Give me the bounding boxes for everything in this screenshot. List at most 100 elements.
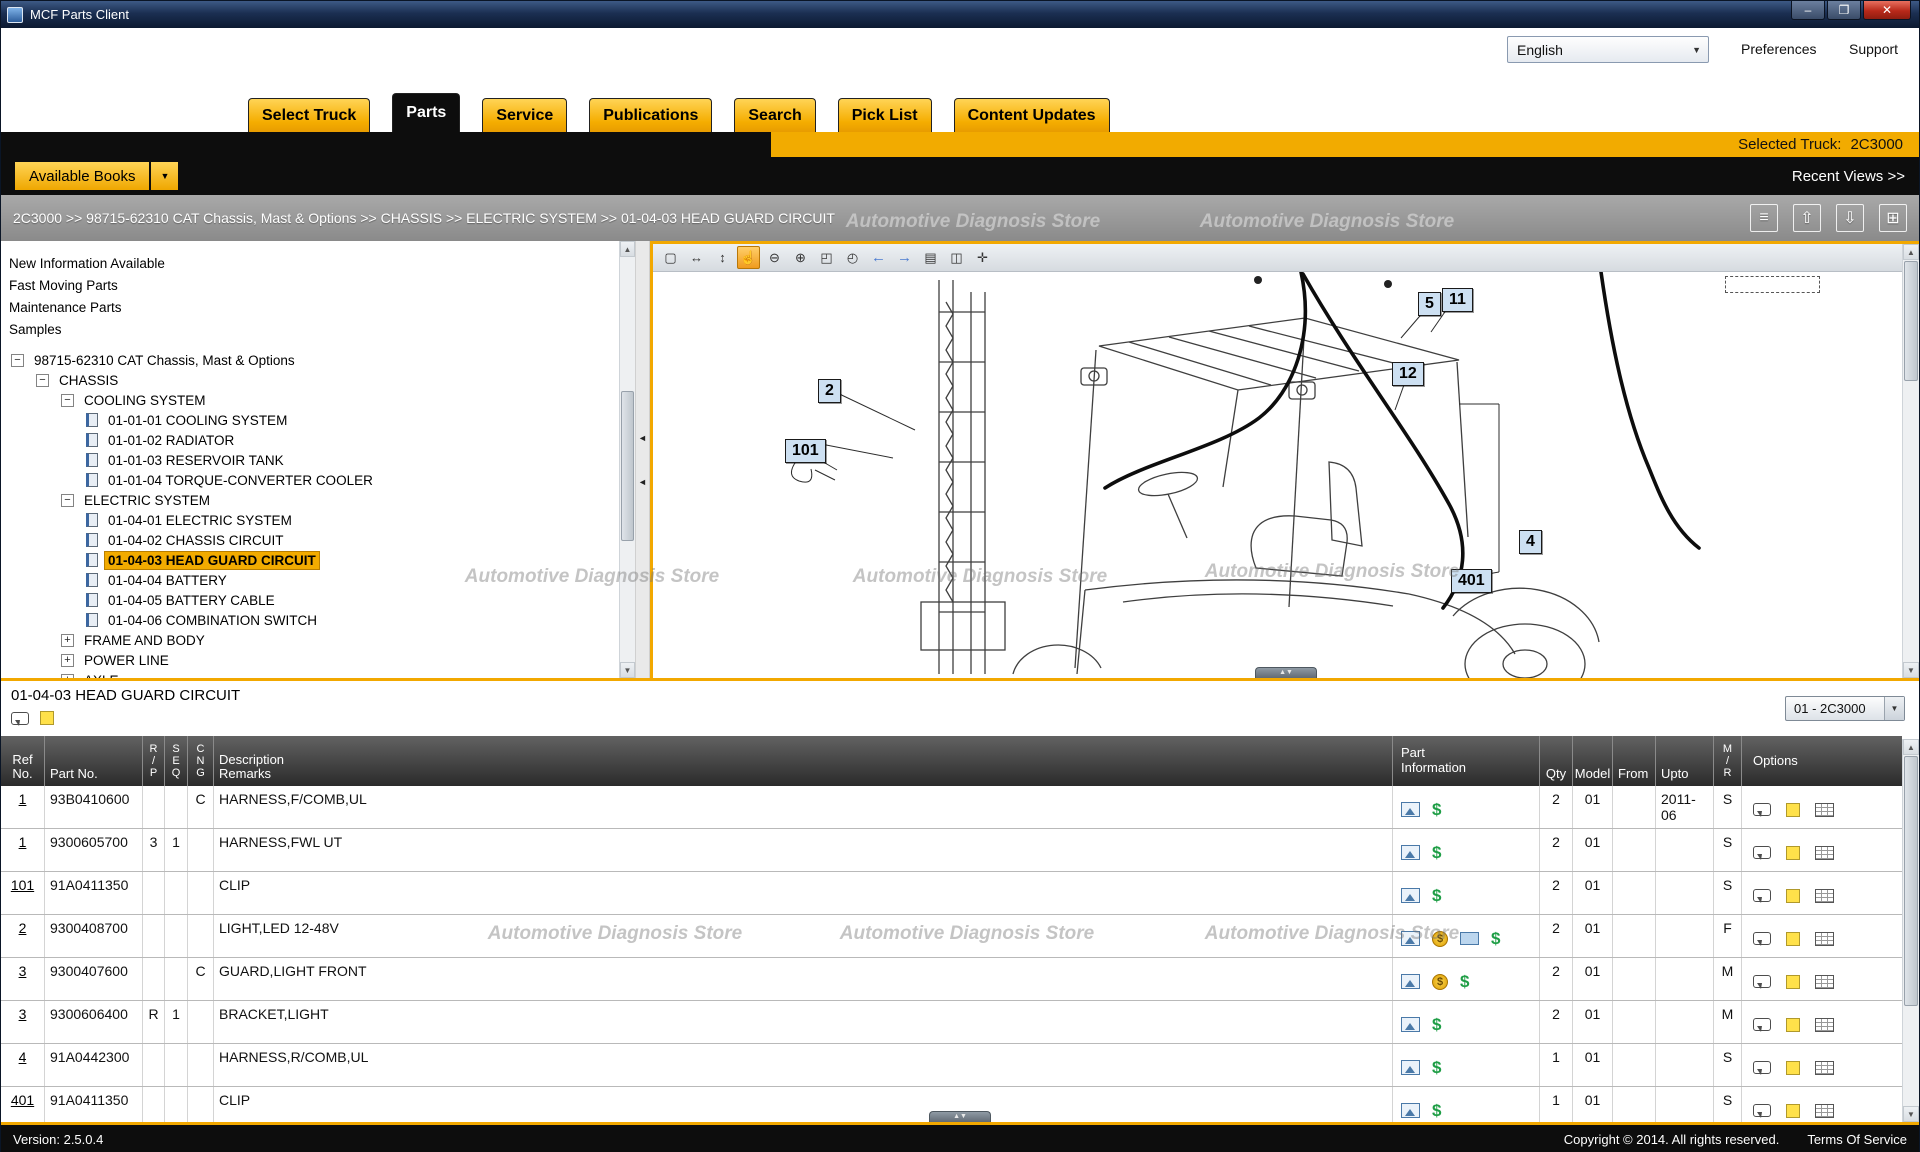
- zoom-window-icon[interactable]: ◰: [815, 246, 838, 269]
- scroll-up-icon[interactable]: ▲: [620, 241, 635, 257]
- note-icon[interactable]: [1786, 975, 1800, 989]
- part-image-icon[interactable]: [1401, 1060, 1420, 1075]
- scroll-down-icon[interactable]: ▼: [620, 662, 635, 678]
- note-legend-icon[interactable]: [40, 711, 54, 725]
- terms-of-service-link[interactable]: Terms Of Service: [1807, 1132, 1907, 1147]
- ref-no-link[interactable]: 3: [19, 1006, 27, 1022]
- callout-5[interactable]: 5: [1418, 292, 1441, 316]
- part-image-icon[interactable]: [1401, 888, 1420, 903]
- tree-item-01-04-06-combination-switch[interactable]: 01-04-06 COMBINATION SWITCH: [1, 610, 619, 630]
- ref-no-link[interactable]: 401: [11, 1092, 34, 1108]
- comment-icon[interactable]: [1753, 1104, 1771, 1117]
- note-icon[interactable]: [1786, 932, 1800, 946]
- note-icon[interactable]: [1786, 1018, 1800, 1032]
- grid-icon[interactable]: [1815, 1061, 1834, 1075]
- price-icon[interactable]: $: [1491, 931, 1500, 946]
- comment-icon[interactable]: [1753, 1018, 1771, 1031]
- tab-content-updates[interactable]: Content Updates: [954, 98, 1110, 132]
- minimize-button[interactable]: –: [1791, 1, 1825, 20]
- move-icon[interactable]: ✛: [971, 246, 994, 269]
- callout-4[interactable]: 4: [1519, 530, 1542, 554]
- collapse-icon[interactable]: −: [36, 374, 49, 387]
- comment-icon[interactable]: [1753, 846, 1771, 859]
- tree-item-01-01-04-torque-converter-cooler[interactable]: 01-01-04 TORQUE-CONVERTER COOLER: [1, 470, 619, 490]
- quick-link-new-information-available[interactable]: New Information Available: [1, 253, 619, 275]
- export-up-icon[interactable]: ⇧: [1793, 204, 1821, 232]
- support-link[interactable]: Support: [1849, 41, 1898, 57]
- collapse-icon[interactable]: −: [61, 394, 74, 407]
- scroll-up-icon[interactable]: ▲: [1903, 739, 1919, 755]
- add-view-icon[interactable]: ⊞: [1879, 204, 1907, 232]
- tab-publications[interactable]: Publications: [589, 98, 712, 132]
- grid-icon[interactable]: [1815, 846, 1834, 860]
- comment-icon[interactable]: [1753, 889, 1771, 902]
- tree-item-01-04-05-battery-cable[interactable]: 01-04-05 BATTERY CABLE: [1, 590, 619, 610]
- price-icon[interactable]: $: [1432, 1103, 1441, 1118]
- ref-no-link[interactable]: 2: [19, 920, 27, 936]
- part-image-icon[interactable]: [1401, 845, 1420, 860]
- table-scrollbar[interactable]: ▲ ▼: [1902, 739, 1919, 1122]
- available-books-button[interactable]: Available Books: [15, 162, 149, 190]
- price-icon[interactable]: $: [1432, 802, 1441, 817]
- tree-item-cooling-system[interactable]: −COOLING SYSTEM: [1, 390, 619, 410]
- price-icon[interactable]: $: [1432, 888, 1441, 903]
- fit-page-icon[interactable]: ▢: [659, 246, 682, 269]
- price-icon[interactable]: $: [1460, 974, 1469, 989]
- collapse-left-icon[interactable]: ◄: [638, 477, 647, 487]
- gold-price-icon[interactable]: $: [1432, 974, 1448, 990]
- tree-item-01-04-03-head-guard-circuit[interactable]: 01-04-03 HEAD GUARD CIRCUIT: [1, 550, 619, 570]
- grid-icon[interactable]: [1815, 1104, 1834, 1118]
- tree-item-power-line[interactable]: +POWER LINE: [1, 650, 619, 670]
- note-icon[interactable]: [1786, 846, 1800, 860]
- zoom-selection-icon[interactable]: ◴: [841, 246, 864, 269]
- grid-icon[interactable]: [1815, 889, 1834, 903]
- tree-item-01-04-01-electric-system[interactable]: 01-04-01 ELECTRIC SYSTEM: [1, 510, 619, 530]
- preferences-link[interactable]: Preferences: [1741, 41, 1816, 57]
- collapse-left-icon[interactable]: ◄: [638, 433, 647, 443]
- zoom-in-icon[interactable]: ⊕: [789, 246, 812, 269]
- part-image-icon[interactable]: [1401, 974, 1420, 989]
- tab-search[interactable]: Search: [734, 98, 815, 132]
- export-down-icon[interactable]: ⇩: [1836, 204, 1864, 232]
- table-scrollbar-thumb[interactable]: [1904, 756, 1918, 1006]
- comment-icon[interactable]: [1753, 975, 1771, 988]
- scroll-up-icon[interactable]: ▲: [1903, 244, 1919, 260]
- close-button[interactable]: ✕: [1863, 1, 1911, 20]
- scroll-down-icon[interactable]: ▼: [1903, 662, 1919, 678]
- callout-101[interactable]: 101: [785, 439, 826, 463]
- note-icon[interactable]: [1786, 803, 1800, 817]
- comment-icon[interactable]: [1753, 803, 1771, 816]
- ref-no-link[interactable]: 4: [19, 1049, 27, 1065]
- fit-height-icon[interactable]: ↕: [711, 246, 734, 269]
- maximize-button[interactable]: ❐: [1827, 1, 1861, 20]
- tree-item-01-04-02-chassis-circuit[interactable]: 01-04-02 CHASSIS CIRCUIT: [1, 530, 619, 550]
- grid-icon[interactable]: [1815, 1018, 1834, 1032]
- note-icon[interactable]: [1786, 889, 1800, 903]
- tree-item-01-01-03-reservoir-tank[interactable]: 01-01-03 RESERVOIR TANK: [1, 450, 619, 470]
- part-image-icon[interactable]: [1401, 802, 1420, 817]
- gold-price-icon[interactable]: $: [1432, 931, 1448, 947]
- tree-item-01-01-01-cooling-system[interactable]: 01-01-01 COOLING SYSTEM: [1, 410, 619, 430]
- available-books-dropdown-icon[interactable]: ▼: [151, 162, 178, 190]
- tree-item-chassis[interactable]: −CHASSIS: [1, 370, 619, 390]
- chevron-down-icon[interactable]: ▼: [1884, 697, 1904, 720]
- back-icon[interactable]: ←: [867, 246, 890, 269]
- forward-icon[interactable]: →: [893, 246, 916, 269]
- part-image-icon[interactable]: [1401, 1103, 1420, 1118]
- diagram-scrollbar-thumb[interactable]: [1904, 261, 1918, 381]
- callout-401[interactable]: 401: [1451, 569, 1492, 593]
- tab-service[interactable]: Service: [482, 98, 567, 132]
- ref-no-link[interactable]: 1: [19, 791, 27, 807]
- quick-link-samples[interactable]: Samples: [1, 319, 619, 341]
- recent-views-link[interactable]: Recent Views >>: [1792, 168, 1905, 185]
- note-icon[interactable]: [1786, 1104, 1800, 1118]
- print-icon[interactable]: ▤: [919, 246, 942, 269]
- part-image-icon[interactable]: [1401, 931, 1420, 946]
- ref-no-link[interactable]: 3: [19, 963, 27, 979]
- tree-item-01-01-02-radiator[interactable]: 01-01-02 RADIATOR: [1, 430, 619, 450]
- price-icon[interactable]: $: [1432, 845, 1441, 860]
- quick-link-maintenance-parts[interactable]: Maintenance Parts: [1, 297, 619, 319]
- tree-scrollbar[interactable]: ▲ ▼: [619, 241, 635, 678]
- part-image-icon[interactable]: [1401, 1017, 1420, 1032]
- grid-icon[interactable]: [1815, 975, 1834, 989]
